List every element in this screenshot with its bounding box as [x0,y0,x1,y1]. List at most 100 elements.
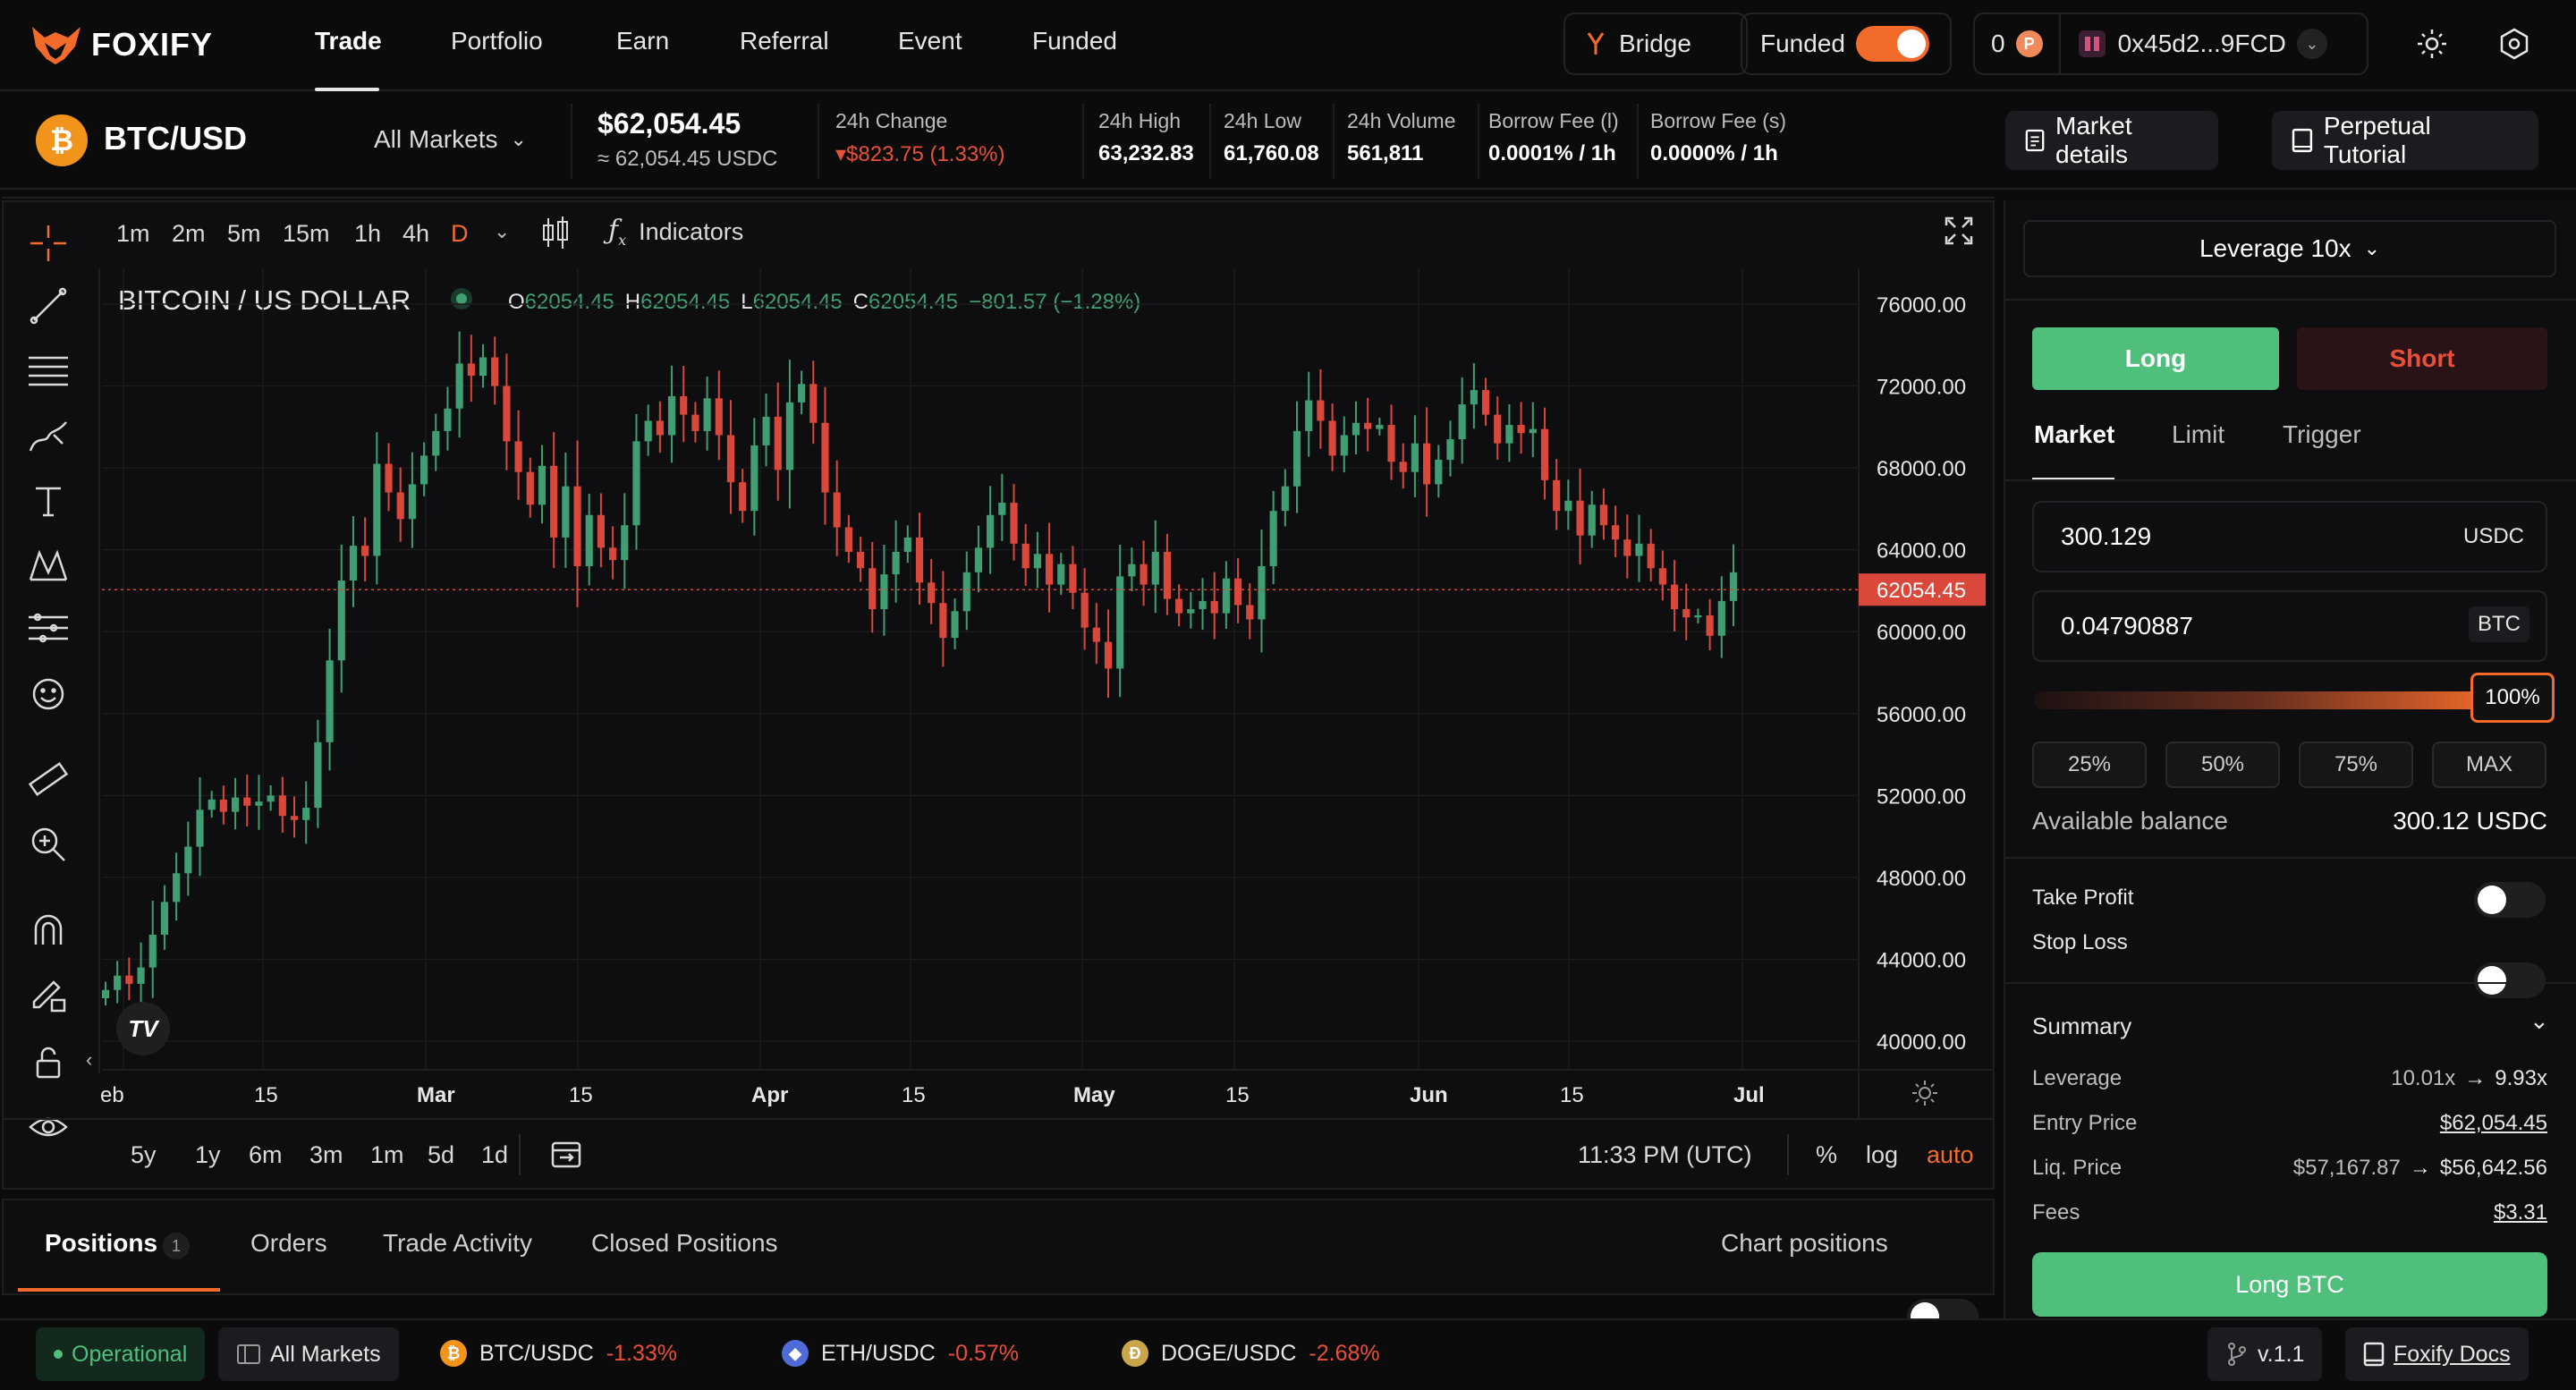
candle-body [337,581,345,661]
summary-fees-value[interactable]: $3.31 [2494,1200,2547,1225]
candle-body [1199,600,1207,610]
pct-50-button[interactable]: 50% [2165,742,2280,788]
y-tick-label: 64000.00 [1877,539,1966,564]
chart-settings-icon[interactable] [1911,1079,1939,1112]
candle-body [290,816,299,820]
pay-amount-field[interactable]: 300.129 USDC [2032,501,2547,572]
size-slider-track[interactable] [2034,691,2499,709]
candle-body [349,546,358,581]
candle-body [762,416,770,445]
chevron-down-icon[interactable]: ⌄ [2529,1007,2549,1035]
candle-body [219,799,227,812]
positions-count-badge: 1 [163,1233,190,1259]
candle-body [467,363,475,377]
pay-amount-value[interactable]: 300.129 [2061,522,2151,551]
summary-title[interactable]: Summary [2032,1013,2131,1040]
range-3m[interactable]: 3m [309,1141,370,1169]
pct-50-label: 50% [2200,752,2245,776]
candle-body [833,492,841,528]
range-5y[interactable]: 5y [131,1141,195,1169]
ticker-doge[interactable]: Ð DOGE/USDC -2.68% [1122,1340,1380,1367]
all-markets-button[interactable]: All Markets [218,1327,399,1381]
theme-sun-icon[interactable] [2415,27,2449,61]
version-button[interactable]: v.1.1 [2207,1327,2323,1381]
divider [2004,982,2576,984]
leverage-to: 9.93x [2495,1066,2547,1090]
range-1d[interactable]: 1d [481,1141,535,1169]
order-type-market[interactable]: Market [2034,420,2114,449]
available-balance-label: Available balance [2032,807,2228,835]
candle-body [1446,439,1454,460]
range-6m[interactable]: 6m [249,1141,309,1169]
order-type-trigger[interactable]: Trigger [2283,420,2361,449]
candle-body [1423,443,1431,485]
y-tick-label: 72000.00 [1877,376,1966,400]
candle-body [1080,592,1089,628]
pct-25-button[interactable]: 25% [2032,742,2147,788]
tradingview-logo[interactable]: TV [116,1002,170,1055]
size-amount-field[interactable]: 0.04790887 BTC [2032,590,2547,662]
account-pill[interactable]: 0 P 0x45d2...9FCD ⌄ [1973,13,2368,75]
leverage-selector[interactable]: Leverage 10x ⌄ [2023,220,2556,277]
candle-body [1246,605,1254,620]
tab-trade-activity[interactable]: Trade Activity [383,1229,532,1258]
candle-body [1187,609,1195,614]
candle-body [1033,554,1041,569]
pct-max-button[interactable]: MAX [2432,742,2546,788]
candle-body [1104,641,1113,669]
version-label: v.1.1 [2258,1341,2305,1367]
stop-loss-toggle[interactable] [2474,962,2546,998]
candle-body [1529,428,1537,434]
candle-body [939,603,947,639]
candle-body [314,742,322,809]
chart-time-utc[interactable]: 11:33 PM (UTC) [1578,1141,1752,1169]
summary-liq-price-label: Liq. Price [2032,1156,2123,1180]
ticker-eth[interactable]: ◆ ETH/USDC -0.57% [782,1340,1019,1367]
candle-body [1175,598,1183,614]
go-to-date-icon[interactable] [549,1138,583,1174]
range-5d[interactable]: 5d [428,1141,481,1169]
range-1m[interactable]: 1m [370,1141,428,1169]
ticker-btc-pair: BTC/USDC [479,1340,594,1366]
candle-body [1717,600,1725,636]
submit-label: Long BTC [2235,1270,2344,1298]
candle-body [1553,479,1561,512]
candle-body [892,551,900,575]
log-scale-toggle[interactable]: log [1866,1141,1898,1169]
order-type-limit[interactable]: Limit [2172,420,2224,449]
pct-75-label: 75% [2334,752,2378,776]
liq-price-from: $57,167.87 [2292,1156,2401,1180]
submit-long-button[interactable]: Long BTC [2032,1252,2547,1317]
perpetual-tutorial-button[interactable]: Perpetual Tutorial [2272,111,2538,170]
chevron-down-icon: ⌄ [2363,237,2381,259]
tab-closed-positions[interactable]: Closed Positions [591,1229,778,1258]
tab-positions[interactable]: Positions [45,1229,157,1258]
candlestick-chart[interactable]: 76000.00 72000.00 68000.00 64000.00 60000.00… [0,0,1996,1190]
range-1y[interactable]: 1y [195,1141,249,1169]
candle-body [1305,400,1313,431]
candle-body [1670,584,1679,610]
x-tick-label: eb [100,1083,124,1107]
candle-body [326,660,334,742]
candle-body [691,414,699,431]
long-tab-button[interactable]: Long [2032,327,2279,390]
pct-75-button[interactable]: 75% [2299,742,2413,788]
size-amount-value[interactable]: 0.04790887 [2061,612,2193,640]
candle-body [408,484,416,520]
active-positions-tab-indicator [18,1288,220,1292]
candle-body [880,574,888,610]
settings-gear-icon[interactable] [2497,27,2531,61]
market-details-button[interactable]: Market details [2005,111,2218,170]
ticker-btc[interactable]: ₿ BTC/USDC -1.33% [440,1340,677,1367]
auto-scale-toggle[interactable]: auto [1927,1141,1974,1169]
tab-orders[interactable]: Orders [250,1229,327,1258]
candle-body [1729,572,1738,601]
summary-entry-price-value[interactable]: $62,054.45 [2440,1111,2547,1136]
perpetual-tutorial-label: Perpetual Tutorial [2323,112,2431,168]
size-slider-handle[interactable]: 100% [2470,673,2555,723]
percent-scale-toggle[interactable]: % [1816,1141,1837,1169]
chart-positions-label: Chart positions [1721,1229,1888,1257]
short-tab-button[interactable]: Short [2297,327,2547,390]
take-profit-toggle[interactable] [2474,882,2546,918]
docs-link[interactable]: Foxify Docs [2345,1327,2529,1381]
